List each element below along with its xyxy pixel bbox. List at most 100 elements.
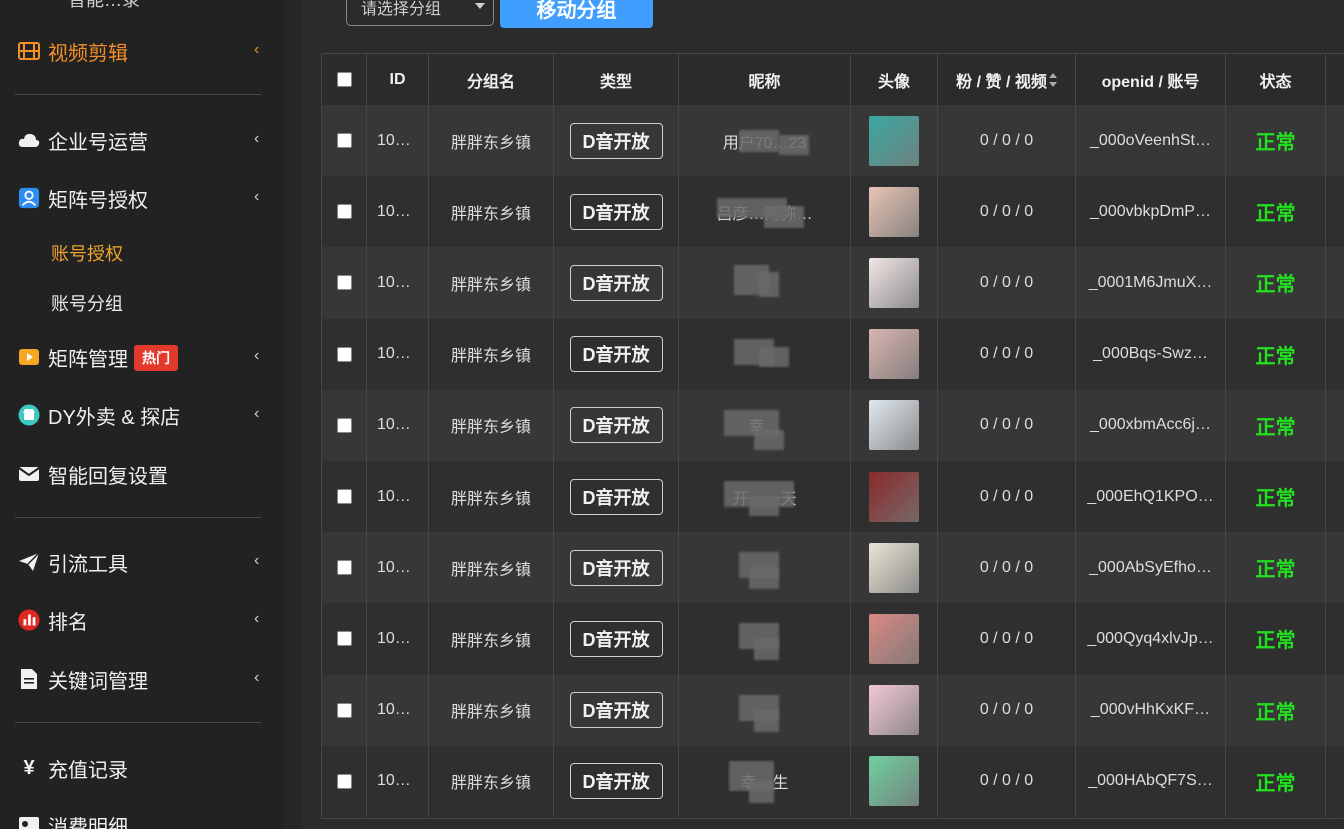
sidebar-item-dy-takeout[interactable]: DY外卖 & 探店 ‹ <box>0 390 283 440</box>
privacy-mosaic <box>749 780 774 803</box>
header-type: 类型 <box>554 54 679 105</box>
header-openid: openid / 账号 <box>1076 54 1226 105</box>
openid-text: _000vbkpDmP… <box>1090 202 1211 220</box>
avatar[interactable] <box>869 257 919 308</box>
row-checkbox[interactable] <box>336 275 352 291</box>
type-cell: D音开放 <box>554 176 679 248</box>
move-group-button[interactable]: 移动分组 <box>500 0 653 28</box>
privacy-mosaic <box>779 135 809 155</box>
row-checkbox[interactable] <box>336 204 352 220</box>
overflow-cell <box>1326 603 1344 674</box>
sidebar-item-enterprise[interactable]: 企业号运营 ‹ <box>0 115 283 165</box>
sort-icon[interactable] <box>1048 72 1057 87</box>
row-checkbox[interactable] <box>336 133 352 149</box>
type-tag-button[interactable]: D音开放 <box>569 549 663 586</box>
sidebar: 智能…录 视频剪辑 ‹ 企业号运营 ‹ 矩阵号授权 ‹ 账号授权 账号分组 矩阵… <box>0 0 283 829</box>
row-select-cell <box>322 461 367 533</box>
stats-text: 0 / 0 / 0 <box>979 273 1034 291</box>
overflow-cell <box>1326 675 1344 746</box>
status-badge: 正常 <box>1255 132 1296 155</box>
row-select-cell <box>322 105 367 177</box>
sidebar-item-keywords[interactable]: 关键词管理 ‹ <box>0 654 283 704</box>
row-select-cell <box>322 674 367 746</box>
nickname-cell <box>679 603 851 675</box>
type-tag-button[interactable]: D音开放 <box>569 264 663 301</box>
avatar[interactable] <box>869 613 919 664</box>
avatar-cell <box>851 461 938 533</box>
avatar[interactable] <box>869 471 919 522</box>
sidebar-subitem-account-group[interactable]: 账号分组 <box>51 290 123 316</box>
id-cell: 10… <box>367 389 429 461</box>
type-tag-button[interactable]: D音开放 <box>569 620 663 657</box>
avatar[interactable] <box>869 329 919 380</box>
sidebar-item-traffic-tools[interactable]: 引流工具 ‹ <box>0 537 283 587</box>
stats-cell: 0 / 0 / 0 <box>938 603 1076 675</box>
sidebar-item-partial[interactable]: 智能…录 <box>68 0 140 12</box>
type-tag-button[interactable]: D音开放 <box>569 336 663 373</box>
sidebar-item-matrix-auth[interactable]: 矩阵号授权 ‹ <box>0 173 283 223</box>
sidebar-item-video-edit[interactable]: 视频剪辑 ‹ <box>0 26 283 76</box>
row-checkbox[interactable] <box>336 702 352 718</box>
header-stats-label: 粉 / 赞 / 视频 <box>956 73 1047 91</box>
type-tag-button[interactable]: D音开放 <box>569 407 663 444</box>
avatar[interactable] <box>869 685 919 736</box>
row-checkbox[interactable] <box>336 773 352 789</box>
row-checkbox[interactable] <box>336 489 352 505</box>
row-checkbox[interactable] <box>336 631 352 647</box>
id-text: 10… <box>377 416 411 434</box>
header-id: ID <box>367 54 429 105</box>
status-cell: 正常 <box>1226 318 1326 390</box>
nickname-cell <box>679 247 851 319</box>
sidebar-item-recharge[interactable]: ¥ 充值记录 <box>0 743 283 793</box>
stats-text: 0 / 0 / 0 <box>979 416 1034 434</box>
table-row: 10… 胖胖东乡镇 D音开放幸…生 0 / 0 / 0 _000HAbQF7S… 正常 <box>322 745 1344 817</box>
stats-text: 0 / 0 / 0 <box>979 345 1034 363</box>
type-tag-button[interactable]: D音开放 <box>569 763 663 800</box>
avatar-cell <box>851 105 938 177</box>
avatar[interactable] <box>869 542 919 593</box>
select-all-checkbox[interactable] <box>336 72 352 87</box>
sidebar-item-ranking[interactable]: 排名 ‹ <box>0 595 283 645</box>
sidebar-item-consumption[interactable]: 消费明细 <box>0 800 283 829</box>
type-tag-button[interactable]: D音开放 <box>569 122 663 159</box>
openid-cell: _000xbmAcc6j… <box>1076 389 1226 461</box>
row-checkbox[interactable] <box>336 346 352 362</box>
sidebar-subitem-account-auth[interactable]: 账号授权 <box>51 240 123 266</box>
group-text: 胖胖东乡镇 <box>450 205 531 223</box>
group-cell: 胖胖东乡镇 <box>429 105 554 177</box>
row-checkbox[interactable] <box>336 417 352 433</box>
header-stats[interactable]: 粉 / 赞 / 视频 <box>938 54 1076 105</box>
overflow-cell <box>1326 390 1344 461</box>
header-status: 状态 <box>1226 54 1326 105</box>
table-header: ID 分组名 类型 昵称 头像 粉 / 赞 / 视频 openid / 账号 状… <box>322 54 1344 106</box>
nickname-cell: 用户70…23 <box>679 105 851 177</box>
user-card-icon <box>18 187 40 209</box>
type-tag-button[interactable]: D音开放 <box>569 478 663 515</box>
sidebar-label: 关键词管理 <box>48 670 148 693</box>
id-text: 10… <box>377 131 411 149</box>
id-text: 10… <box>377 701 411 719</box>
row-select-cell <box>322 389 367 461</box>
row-checkbox[interactable] <box>336 560 352 576</box>
avatar[interactable] <box>869 400 919 451</box>
avatar[interactable] <box>869 115 919 166</box>
status-cell: 正常 <box>1226 603 1326 675</box>
group-text: 胖胖东乡镇 <box>450 632 531 650</box>
sidebar-item-smart-reply[interactable]: 智能回复设置 <box>0 449 283 499</box>
group-select[interactable]: 请选择分组 <box>346 0 494 26</box>
group-text: 胖胖东乡镇 <box>450 419 531 437</box>
status-cell: 正常 <box>1226 105 1326 177</box>
type-tag-button[interactable]: D音开放 <box>569 193 663 230</box>
table-row: 10… 胖胖东乡镇 D音开放 0 / 0 / 0 _000AbSyEfho… 正常 <box>322 532 1344 604</box>
avatar-cell <box>851 318 938 390</box>
stats-cell: 0 / 0 / 0 <box>938 532 1076 604</box>
openid-text: _000oVeenhSt… <box>1090 131 1211 149</box>
openid-cell: _000oVeenhSt… <box>1076 105 1226 177</box>
avatar[interactable] <box>869 186 919 237</box>
type-tag-button[interactable]: D音开放 <box>569 692 663 729</box>
avatar[interactable] <box>869 756 919 807</box>
status-cell: 正常 <box>1226 461 1326 533</box>
id-cell: 10… <box>367 532 429 604</box>
nickname-cell: 幸…生 <box>679 745 851 817</box>
sidebar-item-matrix-manage[interactable]: 矩阵管理 热门 ‹ <box>0 332 283 382</box>
